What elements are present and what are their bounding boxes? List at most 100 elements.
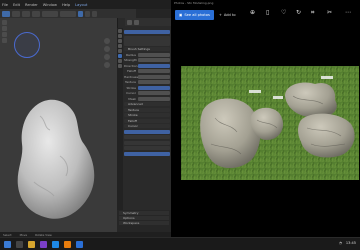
detailing-field[interactable] xyxy=(124,146,170,150)
mask-toggle[interactable] xyxy=(138,96,170,101)
menu-help[interactable]: Help xyxy=(62,3,70,7)
wifi-icon[interactable]: ◔ xyxy=(339,241,342,245)
crop-icon[interactable]: ⌗ xyxy=(311,10,314,16)
output-tab-icon[interactable] xyxy=(118,39,122,43)
draw-brush-icon[interactable] xyxy=(2,20,7,25)
render-tab-icon[interactable] xyxy=(118,34,122,38)
brush-button[interactable] xyxy=(32,10,40,17)
browser-icon[interactable] xyxy=(52,241,59,248)
section-symmetry[interactable]: Symmetry xyxy=(119,211,169,215)
texture-select[interactable] xyxy=(138,80,170,84)
prop-field[interactable]: Cursor xyxy=(124,91,170,95)
navigation-gizmo[interactable] xyxy=(14,32,40,58)
camera-icon[interactable] xyxy=(104,54,110,60)
brush-preview[interactable] xyxy=(124,35,170,46)
symmetry-y-toggle[interactable] xyxy=(85,10,90,17)
more-icon[interactable]: ⋯ xyxy=(345,10,351,16)
radius-field[interactable] xyxy=(42,10,58,17)
start-icon[interactable] xyxy=(4,241,11,248)
workspace-tab-layout[interactable]: Layout xyxy=(75,3,87,7)
search-icon[interactable] xyxy=(16,241,23,248)
sculpted-rock-mesh xyxy=(17,99,95,219)
prop-field[interactable]: Strength xyxy=(124,58,170,62)
select-menu-button[interactable] xyxy=(22,10,30,17)
symmetry-z-toggle[interactable] xyxy=(92,10,97,17)
section-workspace[interactable]: Workspace xyxy=(119,221,169,225)
prop-field[interactable]: Direction xyxy=(124,63,170,68)
tool-tab-icon[interactable] xyxy=(118,29,122,33)
prop-field[interactable]: Mask xyxy=(124,96,170,101)
clay-brush-icon[interactable] xyxy=(2,26,7,31)
system-tray: ◔ 13:45 xyxy=(339,241,356,245)
subsection-cursor[interactable]: Cursor xyxy=(124,124,170,128)
zoom-icon[interactable] xyxy=(104,38,110,44)
prop-field[interactable]: Stroke xyxy=(124,85,170,90)
dyntopo-toggle[interactable] xyxy=(124,129,170,134)
pin-icon[interactable] xyxy=(134,19,139,25)
prop-field[interactable]: Falloff xyxy=(124,69,170,73)
brush-selector[interactable] xyxy=(124,30,170,34)
subsection-texture[interactable]: Texture xyxy=(124,107,170,112)
visual-studio-icon[interactable] xyxy=(40,241,47,248)
view-menu-button[interactable] xyxy=(12,10,20,17)
direction-toggle[interactable] xyxy=(138,63,170,68)
prop-field[interactable]: Texture xyxy=(124,80,170,84)
photo-rock-render xyxy=(181,66,359,180)
strength-field[interactable] xyxy=(60,10,76,17)
detail-size-field[interactable] xyxy=(124,135,170,139)
subsection-advanced[interactable]: Advanced xyxy=(124,102,170,106)
sculpt-toolbar xyxy=(2,20,7,44)
properties-header xyxy=(125,18,171,26)
properties-tabs xyxy=(117,28,123,228)
object-tab-icon[interactable] xyxy=(118,54,122,58)
clock[interactable]: 13:45 xyxy=(346,241,356,245)
stroke-select[interactable] xyxy=(138,85,170,90)
favorite-icon[interactable]: ♡ xyxy=(281,10,286,16)
prop-field[interactable]: Hardness xyxy=(124,74,170,79)
menu-window[interactable]: Window xyxy=(43,3,57,7)
status-select: Select xyxy=(3,232,12,237)
menu-edit[interactable]: Edit xyxy=(13,3,20,7)
file-explorer-icon[interactable] xyxy=(28,241,35,248)
strength-slider[interactable] xyxy=(138,58,170,62)
viewport-header xyxy=(0,9,136,18)
menu-file[interactable]: File xyxy=(2,3,8,7)
blender-icon[interactable] xyxy=(64,241,71,248)
add-to-button[interactable]: + Add to xyxy=(219,13,236,17)
blender-menubar: File Edit Render Window Help Layout xyxy=(0,0,171,9)
photos-icon[interactable] xyxy=(76,241,83,248)
grab-brush-icon[interactable] xyxy=(2,38,7,43)
scene-tab-icon[interactable] xyxy=(118,44,122,48)
cursor-toggle[interactable] xyxy=(138,91,170,95)
prop-field[interactable]: Radius xyxy=(124,52,170,57)
status-rotate: Rotate View xyxy=(35,232,52,237)
taskbar: ◔ 13:45 xyxy=(0,237,360,250)
pan-icon[interactable] xyxy=(104,46,110,52)
subsection-stroke[interactable]: Stroke xyxy=(124,113,170,117)
3d-viewport[interactable] xyxy=(0,18,117,234)
mode-select-button[interactable] xyxy=(2,10,10,17)
smooth-brush-icon[interactable] xyxy=(2,32,7,37)
status-move: Move xyxy=(19,232,28,237)
perspective-icon[interactable] xyxy=(104,62,110,68)
falloff-select[interactable] xyxy=(138,69,170,73)
search-icon[interactable] xyxy=(127,19,132,25)
radius-slider[interactable] xyxy=(138,52,170,57)
hardness-slider[interactable] xyxy=(138,74,170,79)
zoom-icon[interactable]: ⊕ xyxy=(250,10,255,16)
modifier-tab-icon[interactable] xyxy=(118,59,122,63)
refine-method-field[interactable] xyxy=(124,140,170,145)
symmetry-x-toggle[interactable] xyxy=(78,10,83,17)
material-tab-icon[interactable] xyxy=(118,64,122,68)
remesh-button[interactable] xyxy=(124,151,170,156)
delete-icon[interactable]: ▯ xyxy=(266,10,269,16)
rotate-icon[interactable]: ↻ xyxy=(296,10,301,16)
see-all-photos-button[interactable]: ▣ See all photos xyxy=(175,10,214,20)
section-options[interactable]: Options xyxy=(119,216,169,220)
subsection-falloff[interactable]: Falloff xyxy=(124,118,170,123)
menu-render[interactable]: Render xyxy=(25,3,38,7)
properties-bottom-sections: Symmetry Options Workspace xyxy=(117,210,171,234)
section-brush-settings[interactable]: Brush Settings xyxy=(124,47,170,51)
world-tab-icon[interactable] xyxy=(118,49,122,53)
edit-icon[interactable]: ✂ xyxy=(327,10,332,16)
